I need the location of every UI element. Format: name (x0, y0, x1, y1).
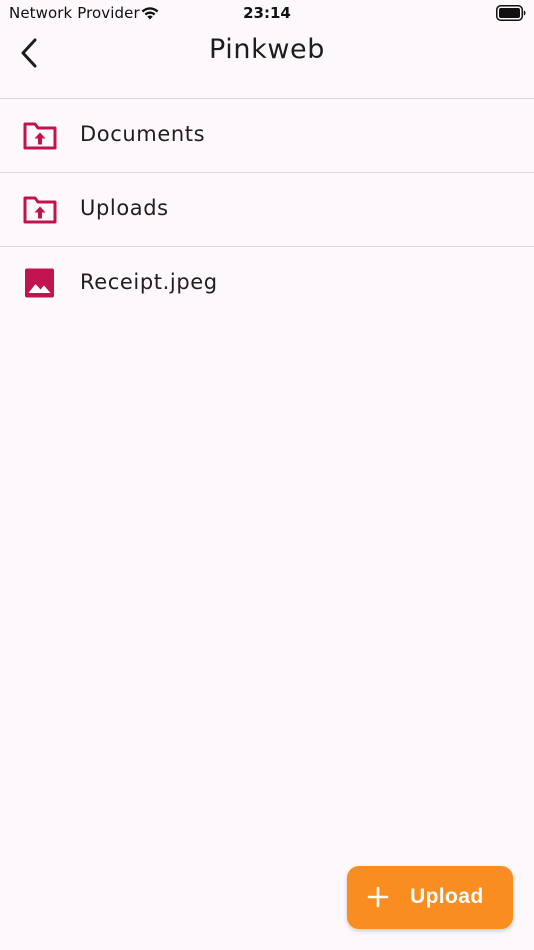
folder-upload-icon (23, 196, 57, 224)
battery-icon (496, 5, 526, 21)
list-item-uploads[interactable]: Uploads (0, 173, 534, 247)
upload-button[interactable]: Upload (347, 866, 513, 929)
navigation-bar: Pinkweb (0, 28, 534, 99)
folder-upload-icon (23, 122, 57, 150)
list-item-documents[interactable]: Documents (0, 99, 534, 173)
file-name: Documents (80, 122, 206, 146)
list-item-receipt[interactable]: Receipt.jpeg (0, 247, 534, 320)
plus-icon (367, 886, 389, 908)
clock: 23:14 (243, 4, 291, 22)
page-title: Pinkweb (209, 34, 325, 65)
upload-button-label: Upload (410, 885, 484, 908)
file-name: Receipt.jpeg (80, 270, 218, 294)
image-icon (25, 268, 54, 298)
file-name: Uploads (80, 196, 169, 220)
file-list: Documents Uploads Receipt.jpeg (0, 99, 534, 320)
status-bar: Network Provider 23:14 (0, 0, 534, 28)
